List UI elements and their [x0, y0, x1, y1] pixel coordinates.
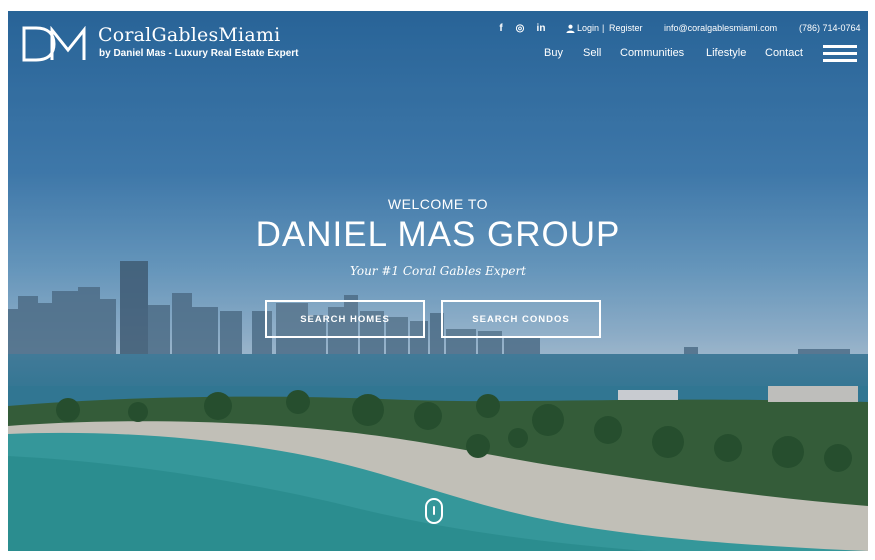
facebook-icon[interactable]: f [495, 23, 507, 34]
phone-link[interactable]: (786) 714-0764 [799, 23, 861, 33]
search-homes-button[interactable]: SEARCH HOMES [265, 300, 425, 338]
scroll-mouse-icon[interactable] [425, 498, 443, 524]
hero-tagline: Your #1 Coral Gables Expert [349, 264, 527, 278]
hamburger-menu-icon[interactable] [823, 45, 857, 63]
search-condos-button[interactable]: SEARCH CONDOS [441, 300, 601, 338]
nav-communities[interactable]: Communities [620, 47, 684, 59]
register-link[interactable]: Register [609, 23, 643, 33]
nav-buy[interactable]: Buy [544, 47, 563, 59]
hero-banner: CoralGablesMiami by Daniel Mas - Luxury … [8, 11, 868, 551]
brand-tagline: by Daniel Mas - Luxury Real Estate Exper… [99, 48, 299, 59]
user-icon [566, 24, 575, 33]
dm-logo-icon[interactable] [22, 26, 88, 62]
login-link[interactable]: Login [577, 23, 599, 33]
nav-lifestyle[interactable]: Lifestyle [706, 47, 746, 59]
hero-welcome: WELCOME TO [387, 196, 489, 212]
nav-contact[interactable]: Contact [765, 47, 803, 59]
linkedin-icon[interactable]: in [533, 23, 549, 34]
nav-sell[interactable]: Sell [583, 47, 601, 59]
hero-dark-overlay [8, 11, 868, 551]
scroll-wheel [433, 506, 435, 515]
instagram-icon[interactable]: ◎ [514, 23, 526, 34]
brand-name[interactable]: CoralGablesMiami [98, 24, 280, 46]
email-link[interactable]: info@coralgablesmiami.com [664, 23, 777, 33]
login-register-separator: | [602, 23, 605, 33]
hero-headline: DANIEL MAS GROUP [255, 215, 621, 254]
